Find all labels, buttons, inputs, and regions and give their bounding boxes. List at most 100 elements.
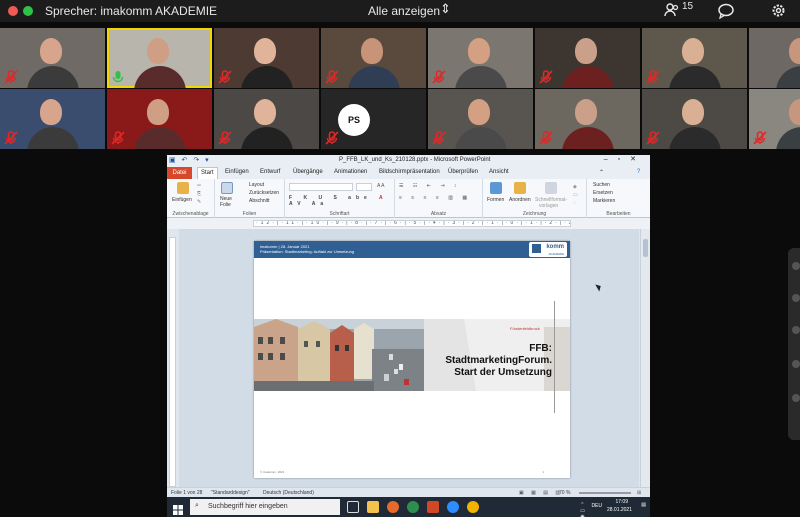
layout-button[interactable]: Layout [249, 182, 264, 188]
shapes-button[interactable]: Formen [487, 197, 504, 203]
minimize-ribbon-icon[interactable]: ⌃ [599, 169, 604, 176]
zoom-taskbar-icon[interactable] [447, 501, 459, 513]
windows-start-icon[interactable] [173, 502, 183, 515]
side-control[interactable] [792, 394, 800, 402]
tab-design[interactable]: Entwurf [260, 169, 280, 175]
notification-icon[interactable]: ▤ [641, 502, 646, 508]
fit-slide-icon[interactable]: ⊞ [637, 490, 641, 496]
taskbar-search-input[interactable]: ⌕ Suchbegriff hier eingeben [190, 499, 340, 515]
quick-access-toolbar[interactable]: ▣ ↶ ↷ ▾ [169, 156, 211, 164]
align-buttons[interactable]: ≡ ≡ ≡ ≡ ▥ ▦ [399, 195, 471, 201]
participant-body [241, 127, 293, 149]
participant-video-tile[interactable] [107, 28, 212, 88]
replace-button[interactable]: Ersetzen [593, 190, 613, 196]
participant-video-tile[interactable] [214, 89, 319, 149]
side-control[interactable] [792, 360, 800, 368]
ribbon: Einfügen ✂ ⎘ ✎ Zwischenablage Neue Folie… [167, 179, 650, 218]
people-icon[interactable] [664, 2, 680, 21]
powerpoint-taskbar-icon[interactable] [427, 501, 439, 513]
participant-face [682, 38, 704, 64]
participant-video-tile[interactable] [321, 89, 426, 149]
file-explorer-icon[interactable] [367, 501, 379, 513]
cut-icon[interactable]: ✂ [197, 183, 201, 189]
participant-video-tile[interactable] [107, 89, 212, 149]
tab-start[interactable]: Start [197, 167, 218, 179]
tab-slideshow[interactable]: Bildschirmpräsentation [379, 169, 440, 175]
arrange-button[interactable]: Anordnen [509, 197, 531, 203]
language[interactable]: Deutsch (Deutschland) [263, 490, 314, 496]
app-icon[interactable] [407, 501, 419, 513]
gear-icon[interactable] [770, 2, 787, 22]
font-color-icon[interactable]: A [379, 195, 383, 201]
zoom-level[interactable]: 70 % [559, 490, 570, 496]
vertical-scrollbar[interactable] [640, 229, 650, 487]
participant-video-tile[interactable] [0, 89, 105, 149]
group-label: Folien [242, 211, 257, 217]
mute-icon [324, 69, 340, 85]
paste-button[interactable]: Einfügen [172, 197, 192, 203]
tray-icons[interactable]: ⌃ ▭ ◉ ◣ [580, 502, 588, 517]
chevron-updown-icon[interactable]: ⇕ [440, 1, 451, 17]
participant-video-tile[interactable] [321, 28, 426, 88]
help-icon[interactable]: ? [637, 169, 640, 175]
chat-icon[interactable] [717, 3, 735, 22]
close-window-button[interactable] [8, 6, 18, 16]
participant-video-tile[interactable] [0, 28, 105, 88]
participant-video-tile[interactable] [428, 89, 533, 149]
task-view-icon[interactable] [347, 501, 359, 513]
tab-insert[interactable]: Einfügen [225, 169, 249, 175]
zoom-side-controls[interactable] [788, 248, 800, 440]
imakomm-logo: komm AKADEMIE [529, 242, 567, 257]
font-family-select[interactable] [289, 183, 353, 191]
select-button[interactable]: Markieren [593, 198, 615, 204]
participant-video-tile[interactable] [214, 28, 319, 88]
participant-video-tile[interactable] [428, 28, 533, 88]
font-size-select[interactable] [356, 183, 372, 191]
tab-view[interactable]: Ansicht [489, 169, 509, 175]
participant-initials-avatar: PS [338, 104, 370, 136]
participant-video-tile[interactable] [535, 89, 640, 149]
view-mode-button[interactable]: Alle anzeigen [368, 4, 440, 18]
arrange-icon[interactable] [514, 182, 526, 194]
section-button[interactable]: Abschnitt [249, 198, 270, 204]
status-bar: Folie 1 von 28 "Standarddesign" Deutsch … [167, 487, 650, 497]
clock-date[interactable]: 28.01.2021 [607, 507, 632, 513]
tab-review[interactable]: Überprüfen [448, 169, 478, 175]
zoom-slider[interactable] [579, 492, 631, 494]
window-controls[interactable]: –▫✕ [604, 155, 646, 163]
participant-video-tile[interactable] [642, 89, 747, 149]
participant-video-tile[interactable] [642, 28, 747, 88]
find-button[interactable]: Suchen [593, 182, 610, 188]
side-control[interactable] [792, 262, 800, 270]
new-slide-icon[interactable] [221, 182, 233, 194]
chrome-icon[interactable] [467, 501, 479, 513]
side-control[interactable] [792, 294, 800, 302]
maximize-window-button[interactable] [23, 6, 33, 16]
tab-transitions[interactable]: Übergänge [293, 169, 323, 175]
quick-styles-button-line2[interactable]: vorlagen [539, 203, 558, 209]
format-painter-icon[interactable]: ✎ [197, 199, 201, 205]
shapes-icon[interactable] [490, 182, 502, 194]
quick-styles-icon[interactable] [545, 182, 557, 194]
participant-video-tile[interactable] [749, 28, 800, 88]
list-buttons[interactable]: ☰ ☷ ⇤ ⇥ ↕ [399, 183, 460, 189]
scrollbar-thumb[interactable] [643, 239, 648, 257]
keyboard-layout[interactable]: DEU [591, 503, 602, 509]
paste-icon[interactable] [177, 182, 189, 194]
side-control[interactable] [792, 326, 800, 334]
participant-video-tile[interactable] [749, 89, 800, 149]
slide[interactable]: imakomm | 28. Januar 2021 Präsentation: … [254, 241, 570, 478]
new-slide-button-line2[interactable]: Folie [220, 202, 231, 208]
participant-face [575, 99, 597, 125]
copy-icon[interactable]: ⎘ [197, 191, 201, 197]
logo-word: komm [546, 244, 564, 250]
clock-time[interactable]: 17:09 [615, 499, 628, 505]
firefox-icon[interactable] [387, 501, 399, 513]
shape-format-icons[interactable]: ◆ ▭ ◌ [573, 183, 578, 207]
tab-file[interactable]: Datei [167, 167, 192, 179]
tab-animations[interactable]: Animationen [334, 169, 367, 175]
reset-button[interactable]: Zurücksetzen [249, 190, 279, 196]
grow-font-icon[interactable]: A A [377, 183, 385, 189]
view-buttons[interactable]: ▣ ▦ ▤ ▥ [519, 490, 563, 496]
participant-video-tile[interactable] [535, 28, 640, 88]
